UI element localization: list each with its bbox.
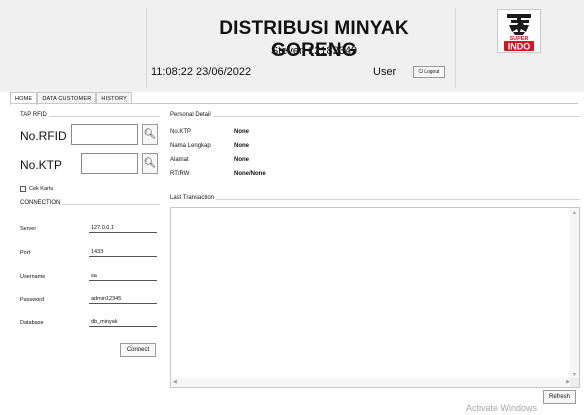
alamat-key: Alamat <box>170 157 189 163</box>
checkbox-box[interactable] <box>20 186 26 192</box>
personal-detail-group-title: Personal Detail <box>168 112 213 118</box>
superindo-logo: SUPER INDO <box>497 9 541 53</box>
last-transaction-group-title: Last Transaction <box>168 195 217 201</box>
checkbox-label: Cek Kartu <box>29 186 54 192</box>
rfid-input[interactable] <box>71 124 138 145</box>
password-input[interactable]: admin12345 <box>89 294 157 304</box>
password-label: Password <box>20 297 45 303</box>
activate-windows-watermark: Activate Windows <box>466 403 538 413</box>
ktp-search-button[interactable]: 🔍︎ <box>142 153 158 174</box>
search-icon: 🔍︎ <box>143 158 157 169</box>
logout-icon: ⏻ <box>418 68 424 75</box>
refresh-button[interactable]: Refresh <box>543 390 576 404</box>
server-label: Server <box>20 226 37 232</box>
username-input[interactable]: sa <box>89 271 157 281</box>
search-icon: 🔍︎ <box>143 129 157 140</box>
scroll-left-icon[interactable]: ◀ <box>173 379 177 385</box>
group-border <box>168 199 580 200</box>
header-divider <box>455 8 456 88</box>
port-label: Port <box>20 250 31 256</box>
user-label: User <box>373 66 397 78</box>
database-label: Database <box>20 320 44 326</box>
nama-key: Nama Lengkap <box>170 143 211 149</box>
ktp-input[interactable] <box>81 153 138 174</box>
ktp-label: No.KTP <box>20 158 63 172</box>
database-input[interactable]: db_minyak <box>89 317 157 327</box>
tap-rfid-group-title: TAP RFID <box>18 112 49 118</box>
rtrw-key: RT/RW <box>170 171 190 177</box>
cek-kartu-checkbox[interactable]: Cek Kartu <box>20 186 53 192</box>
vertical-scrollbar[interactable]: ▲ ▼ <box>570 208 579 380</box>
server-input[interactable]: 127.0.0.1 <box>89 223 157 233</box>
logo-text-indo: INDO <box>508 42 531 52</box>
header-divider <box>146 8 147 88</box>
header-panel: DISTRIBUSI MINYAK GORENG Steven 12182349… <box>0 0 584 92</box>
username-label: Username <box>20 274 46 280</box>
rfid-label: No.RFID <box>20 129 67 143</box>
scroll-corner <box>570 378 579 387</box>
scroll-up-icon[interactable]: ▲ <box>572 210 577 216</box>
ktp-key: No.KTP <box>170 129 192 135</box>
datetime-label: 11:08:22 23/06/2022 <box>151 66 252 78</box>
tab-border <box>10 103 578 104</box>
connect-button[interactable]: Connect <box>120 343 156 357</box>
transaction-list[interactable]: ▲ ▼ ◀ ▶ <box>170 207 580 388</box>
group-border <box>168 116 580 117</box>
rtrw-value: None/None <box>234 171 266 177</box>
logout-button[interactable]: ⏻ Logout <box>413 66 445 78</box>
ktp-value: None <box>234 129 249 135</box>
rfid-search-button[interactable]: 🔍︎ <box>142 124 158 145</box>
nama-value: None <box>234 143 249 149</box>
horizontal-scrollbar[interactable]: ◀ ▶ <box>171 378 572 387</box>
app-subtitle: Steven 12182349 <box>270 45 358 57</box>
logout-label: Logout <box>424 69 440 75</box>
superindo-logo-image: SUPER INDO <box>504 14 534 52</box>
port-input[interactable]: 1433 <box>89 247 157 257</box>
connection-group-title: CONNECTION <box>18 200 63 206</box>
alamat-value: None <box>234 157 249 163</box>
